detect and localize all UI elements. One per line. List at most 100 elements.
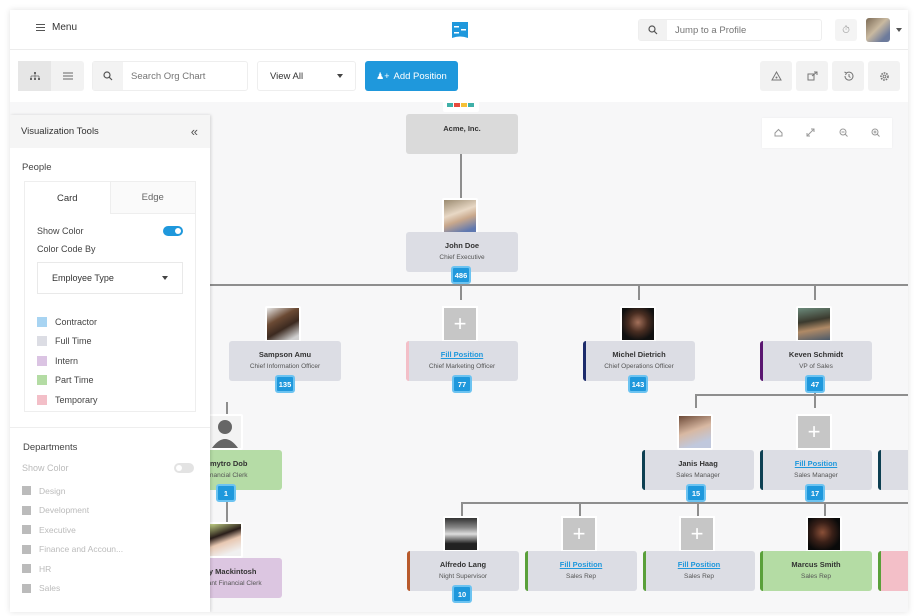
report-count-badge[interactable]: 15 bbox=[686, 484, 706, 502]
departments-title: Departments bbox=[23, 442, 78, 453]
add-person-icon[interactable]: + bbox=[679, 516, 715, 552]
temporary-swatch bbox=[37, 394, 47, 405]
department-item: Development bbox=[22, 501, 210, 521]
connector-line bbox=[226, 502, 228, 522]
tab-card[interactable]: Card bbox=[25, 182, 110, 214]
org-card-partial[interactable] bbox=[878, 551, 908, 591]
add-position-label: Add Position bbox=[393, 70, 447, 82]
employee-name: Marcus Smith bbox=[791, 560, 841, 569]
employee-name: Keven Schmidt bbox=[788, 350, 844, 359]
dept-show-color-label: Show Color bbox=[22, 463, 69, 473]
avatar-placeholder bbox=[207, 414, 243, 450]
fill-position-link[interactable]: Fill Position bbox=[525, 560, 637, 569]
add-person-icon[interactable]: + bbox=[561, 516, 597, 552]
view-filter-value: View All bbox=[270, 70, 304, 82]
employee-title: Sales Rep bbox=[801, 573, 831, 580]
department-label: Sales bbox=[39, 583, 61, 594]
org-card-vacant[interactable]: Fill Position Sales Rep bbox=[643, 551, 755, 591]
history-icon[interactable] bbox=[832, 61, 864, 91]
avatar bbox=[796, 306, 832, 342]
dept-show-color-row: Show Color bbox=[22, 463, 194, 473]
add-position-button[interactable]: ♟+ Add Position bbox=[365, 61, 458, 91]
fill-position-link[interactable]: Fill Position bbox=[760, 459, 872, 468]
connector-line bbox=[697, 502, 699, 516]
zoom-in-icon[interactable] bbox=[871, 128, 881, 139]
department-item: Design bbox=[22, 481, 210, 501]
view-filter-dropdown[interactable]: View All bbox=[257, 61, 356, 91]
fill-position-link[interactable]: Fill Position bbox=[406, 350, 518, 359]
share-icon[interactable] bbox=[796, 61, 828, 91]
people-tabs: Card Edge bbox=[24, 181, 196, 214]
connector-line bbox=[461, 502, 463, 516]
department-item: Sales bbox=[22, 579, 210, 599]
legend-item: Part Time bbox=[37, 371, 183, 391]
department-item: Finance and Accoun... bbox=[22, 540, 210, 560]
connector-line bbox=[638, 284, 640, 300]
intern-swatch bbox=[37, 355, 47, 366]
employee-title: VP of Sales bbox=[799, 363, 833, 370]
report-count-badge[interactable]: 1 bbox=[216, 484, 236, 502]
employee-name: John Doe bbox=[444, 241, 480, 250]
org-card-company[interactable]: Acme, Inc. bbox=[406, 114, 518, 154]
report-count-badge[interactable]: 17 bbox=[805, 484, 825, 502]
org-card[interactable]: Marcus Smith Sales Rep bbox=[760, 551, 872, 591]
show-color-toggle[interactable] bbox=[163, 226, 183, 236]
tab-edge[interactable]: Edge bbox=[109, 182, 195, 214]
avatar bbox=[806, 516, 842, 552]
report-count-badge[interactable]: 143 bbox=[628, 375, 648, 393]
user-avatar[interactable] bbox=[866, 18, 890, 42]
avatar bbox=[620, 306, 656, 342]
department-item: Executive bbox=[22, 520, 210, 540]
add-person-icon[interactable]: + bbox=[442, 306, 478, 342]
department-swatch bbox=[22, 505, 31, 515]
report-count-badge[interactable]: 135 bbox=[275, 375, 295, 393]
list-view-icon[interactable] bbox=[51, 61, 84, 91]
add-person-icon[interactable]: + bbox=[796, 414, 832, 450]
report-count-badge[interactable]: 486 bbox=[451, 266, 471, 284]
settings-icon[interactable] bbox=[868, 61, 900, 91]
timer-icon[interactable]: ⏱ bbox=[835, 19, 857, 41]
color-code-by-label: Color Code By bbox=[37, 244, 183, 254]
org-card-partial[interactable] bbox=[878, 450, 908, 490]
zoom-tools bbox=[762, 118, 892, 148]
collapse-panel-icon[interactable]: « bbox=[191, 124, 198, 139]
dept-show-color-toggle[interactable] bbox=[174, 463, 194, 473]
org-card-vacant[interactable]: Fill Position Sales Rep bbox=[525, 551, 637, 591]
card-tab-body: Show Color Color Code By Employee Type C… bbox=[24, 214, 196, 412]
org-chart-search[interactable] bbox=[92, 61, 248, 91]
fill-position-link[interactable]: Fill Position bbox=[643, 560, 755, 569]
color-code-by-select[interactable]: Employee Type bbox=[37, 262, 183, 294]
legend-label: Part Time bbox=[55, 375, 94, 386]
toolbar: View All ♟+ Add Position bbox=[10, 50, 908, 102]
employee-name: Janis Haag bbox=[678, 459, 718, 468]
jump-to-profile-search[interactable] bbox=[638, 19, 822, 41]
fit-expand-icon[interactable] bbox=[806, 128, 815, 139]
employee-title: Sales Rep bbox=[684, 573, 714, 580]
zoom-out-icon[interactable] bbox=[839, 128, 848, 139]
report-count-badge[interactable]: 10 bbox=[452, 585, 472, 603]
connector-line bbox=[461, 502, 908, 504]
org-chart-view-icon[interactable] bbox=[18, 61, 51, 91]
menu-button[interactable]: Menu bbox=[36, 22, 77, 33]
home-icon[interactable] bbox=[774, 128, 783, 139]
connector-line bbox=[814, 284, 816, 300]
hamburger-icon bbox=[36, 24, 45, 31]
org-export-icon[interactable] bbox=[760, 61, 792, 91]
department-label: Executive bbox=[39, 524, 76, 535]
employee-title: Chief Information Officer bbox=[249, 363, 321, 370]
org-chart-search-input[interactable] bbox=[123, 62, 243, 90]
departments-section: Departments bbox=[10, 427, 210, 453]
report-count-badge[interactable]: 77 bbox=[452, 375, 472, 393]
chevron-down-icon bbox=[337, 74, 343, 78]
user-menu-caret-icon[interactable] bbox=[896, 28, 902, 32]
jump-to-profile-input[interactable] bbox=[667, 20, 817, 40]
employee-name: Sampson Amu bbox=[258, 350, 312, 359]
search-icon bbox=[639, 20, 667, 40]
report-count-badge[interactable]: 47 bbox=[805, 375, 825, 393]
panel-title: Visualization Tools bbox=[21, 126, 99, 137]
app-window: Menu ⏱ bbox=[10, 10, 908, 612]
department-swatch bbox=[22, 525, 31, 535]
search-icon bbox=[93, 62, 123, 90]
brand-logo-icon bbox=[452, 22, 468, 38]
legend-item: Contractor bbox=[37, 312, 183, 332]
